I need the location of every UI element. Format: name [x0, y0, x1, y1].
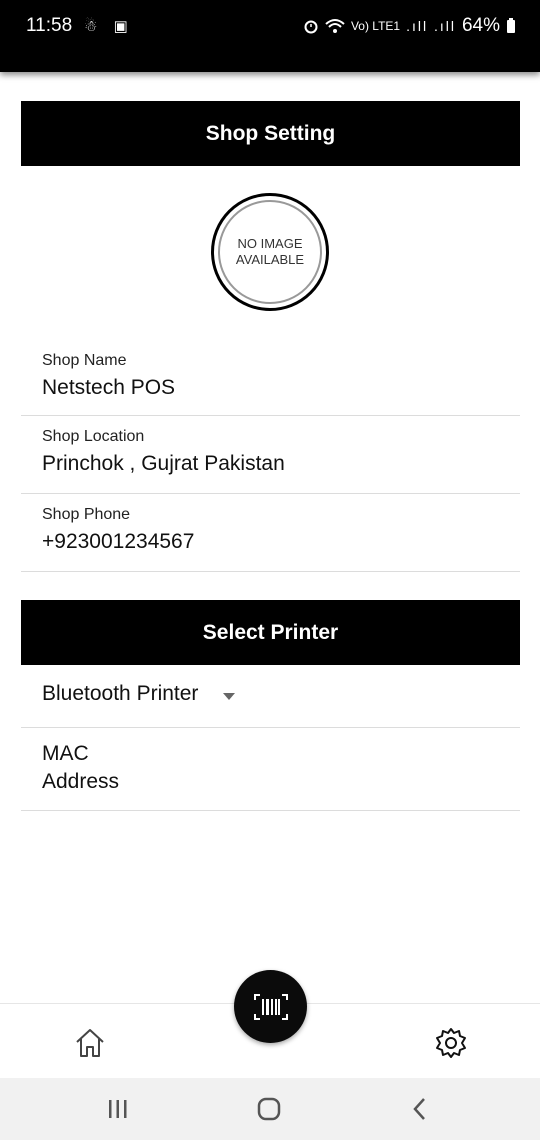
shop-phone-label: Shop Phone — [42, 506, 131, 523]
printer-type-dropdown[interactable]: Bluetooth Printer — [21, 665, 520, 728]
shop-location-field[interactable]: Shop Location Princhok , Gujrat Pakistan — [21, 416, 520, 494]
home-button-icon[interactable] — [255, 1096, 283, 1122]
shop-phone-field[interactable]: Shop Phone +923001234567 — [21, 494, 520, 572]
recent-apps-icon[interactable] — [104, 1096, 132, 1122]
no-image-line1: NO IMAGE — [237, 236, 303, 251]
no-image-line2: AVAILABLE — [235, 252, 305, 267]
status-right: Vo) LTE1 .ıll .ıll 64% — [303, 15, 516, 37]
system-navigation-bar — [0, 1078, 540, 1140]
barcode-icon — [253, 993, 288, 1020]
volte-indicator: Vo) LTE1 — [350, 18, 401, 33]
alarm-icon — [304, 20, 318, 34]
gear-icon[interactable] — [434, 1026, 468, 1060]
notification-icons: ☃ ▣ — [84, 18, 134, 35]
battery-icon — [507, 18, 515, 33]
select-printer-header: Select Printer — [21, 600, 520, 665]
back-icon[interactable] — [406, 1096, 434, 1122]
battery-level: 64% — [461, 15, 500, 36]
mac-address-label: MAC Address — [42, 742, 120, 793]
no-image-placeholder: NO IMAGE AVAILABLE — [218, 200, 322, 304]
mac-address-field[interactable]: MAC Address — [21, 728, 520, 811]
shop-name-field[interactable]: Shop Name Netstech POS — [21, 340, 520, 416]
shop-location-label: Shop Location — [42, 428, 145, 445]
shop-setting-header: Shop Setting — [21, 101, 520, 166]
shop-phone-value[interactable]: +923001234567 — [42, 530, 194, 554]
shop-image[interactable]: NO IMAGE AVAILABLE — [211, 193, 329, 311]
chevron-down-icon — [223, 693, 235, 700]
status-bar: 11:58 ☃ ▣ Vo) LTE1 .ıll .ıll 64% — [0, 0, 540, 72]
shop-location-value[interactable]: Princhok , Gujrat Pakistan — [42, 452, 285, 476]
shop-name-value[interactable]: Netstech POS — [42, 376, 175, 400]
shop-name-label: Shop Name — [42, 352, 127, 369]
home-icon[interactable] — [73, 1026, 107, 1060]
printer-type-value: Bluetooth Printer — [42, 682, 199, 705]
status-time: 11:58 — [26, 15, 73, 36]
signal-icon: .ıll .ıll — [406, 18, 456, 34]
select-printer-title: Select Printer — [202, 620, 339, 644]
shop-setting-title: Shop Setting — [205, 121, 336, 145]
scan-barcode-button[interactable] — [234, 970, 307, 1043]
wifi-icon — [325, 19, 345, 33]
